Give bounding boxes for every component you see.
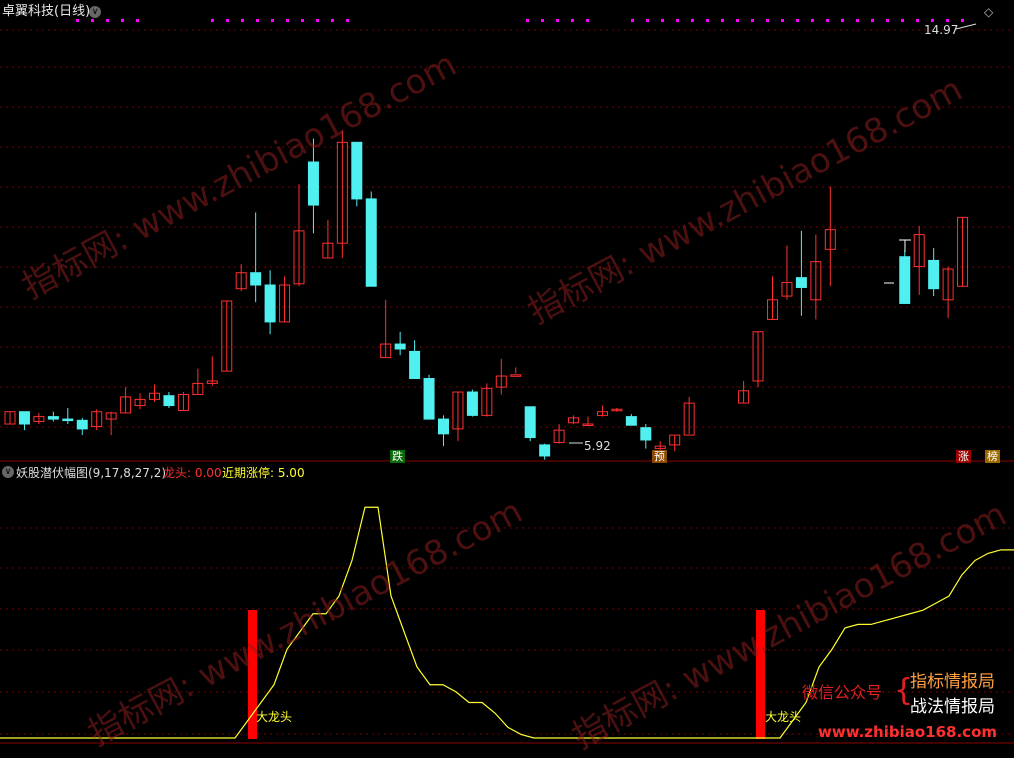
high-price-label: 14.97 [924,23,959,37]
signal-dot [841,19,844,22]
signal-dot [631,19,634,22]
candle-body [264,284,276,323]
signal-dot [691,19,694,22]
signal-die: 跌 [390,450,405,463]
signal-dot [781,19,784,22]
signal-dot [886,19,889,22]
signal-dot [91,19,94,22]
signal-dot [256,19,259,22]
big-dragon-label-2: 大龙头 [765,710,802,724]
signal-dot [661,19,664,22]
candle-body [625,416,637,426]
signal-dot [721,19,724,22]
high-arrow [955,23,977,30]
candle-body [394,343,406,350]
signal-zhang: 涨 [956,450,971,463]
indicator-panel[interactable] [0,462,1014,747]
signal-dot [856,19,859,22]
diamond-icon[interactable]: ◇ [984,5,993,19]
indicator-line [0,506,1014,739]
candle-body [62,418,74,422]
indicator-name: 妖股潜伏幅图(9,17,8,27,2) [16,466,167,480]
price-panel[interactable] [0,0,1014,462]
signal-dot [586,19,589,22]
candle-body [795,277,807,288]
promo-url[interactable]: www.zhibiao168.com [818,723,997,741]
signal-dot [961,19,964,22]
candle-body [409,350,421,379]
signal-dot [226,19,229,22]
signal-dot [931,19,934,22]
signal-dot [676,19,679,22]
candle-body [510,374,522,377]
signal-dot [556,19,559,22]
candle-body [250,272,262,286]
candle-body [539,444,551,457]
candle-body [365,198,377,287]
signal-dot [811,19,814,22]
candle-body [351,141,363,200]
signal-dot [346,19,349,22]
signal-dot [106,19,109,22]
signal-dot [571,19,574,22]
promo-line1: 指标情报局 [910,672,995,692]
signal-dot [331,19,334,22]
signal-dot [646,19,649,22]
candle-body [423,377,435,420]
signal-dot [826,19,829,22]
signal-bang: 榜 [985,450,1000,463]
signal-dot [286,19,289,22]
candle-body [76,419,88,430]
signal-dot [316,19,319,22]
candle-body [18,411,30,425]
signal-dot [766,19,769,22]
candle-body [438,418,449,435]
longtou-value: 龙头: 0.00 [163,466,222,480]
collapse-icon[interactable]: ∨ [89,6,101,18]
signal-dot [916,19,919,22]
candle-body [640,427,652,441]
signal-yu: 预 [652,450,667,463]
promo-wechat: 微信公众号 [802,683,883,702]
signal-dot [526,19,529,22]
signal-dot [946,19,949,22]
signal-dot [211,19,214,22]
candle-body [524,406,536,439]
candle-body [928,259,940,290]
low-price-label: 5.92 [584,439,611,453]
candle-body [466,391,478,416]
signal-dot [751,19,754,22]
signal-dot [241,19,244,22]
signal-dot [76,19,79,22]
recent-limit-value: 近期涨停: 5.00 [222,466,305,480]
signal-dot [301,19,304,22]
signal-dot [796,19,799,22]
candle-body [307,161,319,206]
signal-dot [136,19,139,22]
signal-dot [901,19,904,22]
candle-body [163,395,175,407]
indicator-collapse-icon[interactable]: ∨ [2,466,14,478]
chart-title: 卓翼科技(日线) [2,4,91,19]
signal-dot [706,19,709,22]
stock-chart-window: 卓翼科技(日线) ∨ ◇ 14.97 5.92 跌 预 涨 榜 ∨ 妖股潜伏幅图… [0,0,1014,757]
big-dragon-label-1: 大龙头 [256,710,293,724]
promo-line2: 战法情报局 [910,697,995,717]
signal-dot [541,19,544,22]
candle-body [899,256,911,304]
signal-dot [736,19,739,22]
big-dragon-bar [756,610,765,739]
signal-dot [121,19,124,22]
signal-dot [871,19,874,22]
candle-body [47,416,59,420]
signal-dot [271,19,274,22]
